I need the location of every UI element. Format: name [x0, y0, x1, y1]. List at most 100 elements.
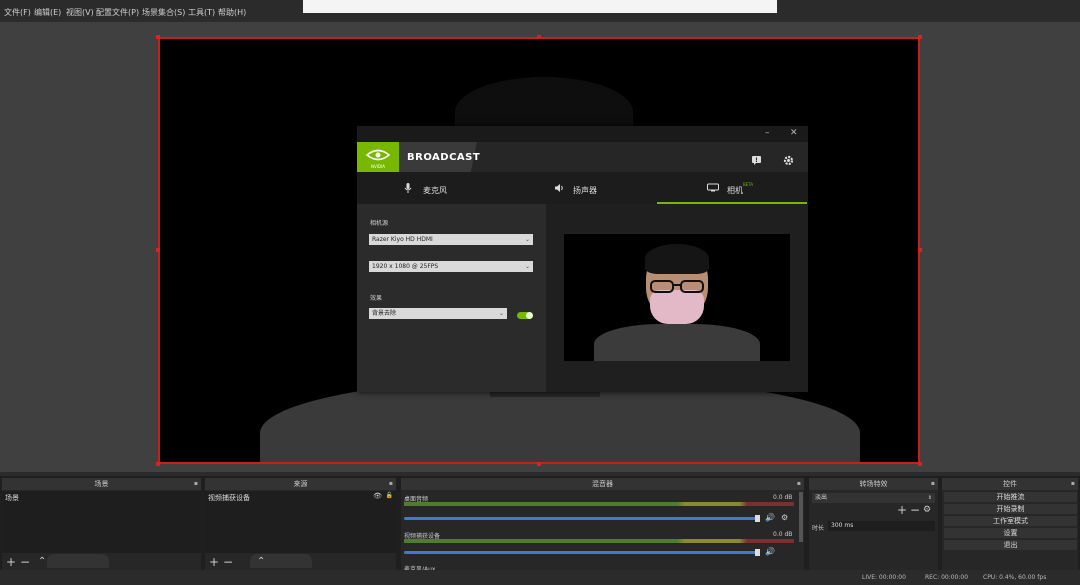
mixer-scrollbar[interactable] — [799, 492, 803, 542]
menu-profile[interactable]: 配置文件(P) — [96, 7, 139, 18]
audio-meter — [404, 502, 794, 506]
select-value: Razer Kiyo HD HDMI — [372, 236, 433, 243]
dock-menu-icon[interactable]: ▪ — [931, 478, 935, 490]
start-streaming-button[interactable]: 开始推流 — [944, 492, 1077, 502]
audio-meter — [404, 539, 794, 543]
menu-file[interactable]: 文件(F) — [4, 7, 31, 18]
chevron-up-icon[interactable]: ⌃ — [257, 555, 265, 569]
remove-transition-button[interactable]: − — [910, 503, 920, 517]
resize-handle[interactable] — [918, 462, 922, 466]
dock-title: 混音器 ▪ — [401, 478, 804, 490]
volume-slider-knob[interactable] — [755, 549, 760, 556]
dock-toolbar: + − ⌃ — [2, 554, 201, 570]
resize-handle[interactable] — [537, 462, 541, 466]
tab-label: 扬声器 — [573, 186, 597, 195]
chevron-up-down-icon: ⇕ — [927, 495, 932, 501]
resolution-select[interactable]: 1920 x 1080 @ 25FPS ⌄ — [369, 261, 533, 272]
camera-source-select[interactable]: Razer Kiyo HD HDMI ⌄ — [369, 234, 533, 245]
source-list: 视频捕获设备 👁 🔓 — [205, 491, 396, 553]
select-value: 1920 x 1080 @ 25FPS — [372, 263, 439, 270]
menu-view[interactable]: 视图(V) — [66, 7, 94, 18]
title-redaction-strip — [303, 0, 777, 13]
preview-person-mask — [650, 290, 704, 324]
dock-title: 来源 ▪ — [205, 478, 396, 490]
preview-person-body — [594, 324, 760, 361]
resize-handle[interactable] — [156, 248, 160, 252]
transition-select[interactable]: 淡出 ⇕ — [812, 493, 935, 503]
broadcast-titlebar: – ✕ — [357, 126, 808, 142]
tab-label: 麦克风 — [423, 186, 447, 195]
resize-handle[interactable] — [918, 35, 922, 39]
menu-scene-collection[interactable]: 场景集合(S) — [142, 7, 185, 18]
studio-mode-button[interactable]: 工作室模式 — [944, 516, 1077, 526]
channel-db: 0.0 dB — [773, 531, 793, 538]
duration-input[interactable]: 300 ms — [828, 521, 935, 531]
camera-preview — [564, 234, 790, 361]
select-value: 背景去除 — [372, 310, 397, 317]
dock-tab — [47, 554, 109, 568]
camera-icon — [707, 183, 719, 194]
scenes-dock: 场景 ▪ 场景 + − ⌃ — [2, 478, 201, 570]
settings-button[interactable]: 设置 — [944, 528, 1077, 538]
tab-speaker[interactable]: 扬声器 — [507, 172, 657, 204]
effect-label: 效果 — [370, 295, 383, 302]
resize-handle[interactable] — [156, 35, 160, 39]
resize-handle[interactable] — [918, 248, 922, 252]
resize-handle[interactable] — [537, 35, 541, 39]
speaker-icon — [554, 183, 564, 195]
lock-icon[interactable]: 🔓 — [386, 492, 393, 499]
mixer-dock: 混音器▪ 桌面音频 0.0 dB 🔊 ⚙ 视频捕获设备 0.0 dB 🔊 麦克风… — [401, 478, 804, 573]
transitions-dock: 转场特效 ▪ 淡出 ⇕ + − ⚙ 时长 300 ms — [809, 478, 938, 570]
settings-gear-icon[interactable] — [783, 151, 794, 170]
camera-source-label: 相机源 — [370, 220, 389, 227]
tab-microphone[interactable]: 麦克风 — [357, 172, 507, 204]
controls-dock: 控件 ▪ 开始推流 开始录制 工作室模式 设置 退出 — [942, 478, 1078, 570]
glasses-icon — [650, 280, 704, 293]
duration-label: 时长 — [812, 525, 825, 532]
feedback-icon[interactable] — [751, 151, 762, 170]
dock-toolbar: + − ⌃ — [205, 554, 396, 570]
mixer-channels: 桌面音频 0.0 dB 🔊 ⚙ 视频捕获设备 0.0 dB 🔊 麦克风/Aux — [401, 491, 804, 573]
scene-list: 场景 — [2, 491, 201, 553]
list-item[interactable]: 场景 — [5, 493, 19, 503]
start-recording-button[interactable]: 开始录制 — [944, 504, 1077, 514]
resize-handle[interactable] — [156, 462, 160, 466]
camera-settings-panel: 相机源 Razer Kiyo HD HDMI ⌄ 1920 x 1080 @ 2… — [357, 204, 546, 392]
list-item[interactable]: 视频捕获设备 — [208, 493, 250, 503]
input-value: 300 ms — [831, 522, 854, 529]
minimize-button[interactable]: – — [765, 128, 770, 138]
add-transition-button[interactable]: + — [897, 503, 907, 517]
remove-scene-button[interactable]: − — [20, 555, 30, 569]
gear-icon[interactable]: ⚙ — [923, 505, 931, 515]
exit-button[interactable]: 退出 — [944, 540, 1077, 550]
dock-menu-icon[interactable]: ▪ — [1071, 478, 1075, 490]
dock-menu-icon[interactable]: ▪ — [797, 478, 801, 490]
gear-icon[interactable]: ⚙ — [781, 513, 788, 522]
volume-slider[interactable] — [404, 551, 759, 554]
volume-slider[interactable] — [404, 517, 759, 520]
menu-help[interactable]: 帮助(H) — [218, 7, 246, 18]
menu-tools[interactable]: 工具(T) — [188, 7, 215, 18]
chevron-up-icon[interactable]: ⌃ — [38, 555, 46, 569]
menu-edit[interactable]: 编辑(E) — [34, 7, 61, 18]
close-button[interactable]: ✕ — [790, 128, 798, 138]
sources-dock: 来源 ▪ 视频捕获设备 👁 🔓 + − ⌃ — [205, 478, 396, 570]
volume-slider-knob[interactable] — [755, 515, 760, 522]
add-source-button[interactable]: + — [209, 555, 219, 569]
status-bar: LIVE: 00:00:00 REC: 00:00:00 CPU: 0.4%, … — [0, 570, 1080, 585]
speaker-icon[interactable]: 🔊 — [765, 547, 775, 556]
svg-text:NVIDIA: NVIDIA — [371, 164, 385, 169]
cpu-fps: CPU: 0.4%, 60.00 fps — [983, 574, 1047, 581]
tab-camera[interactable]: 相机 BETA — [657, 172, 807, 204]
effect-select[interactable]: 背景去除 ⌄ — [369, 308, 507, 319]
dock-title: 场景 ▪ — [2, 478, 201, 490]
add-scene-button[interactable]: + — [6, 555, 16, 569]
remove-source-button[interactable]: − — [223, 555, 233, 569]
tab-label: 相机 — [727, 186, 743, 195]
eye-icon[interactable]: 👁 — [373, 492, 382, 500]
nvidia-eye-icon: NVIDIA — [365, 149, 391, 169]
dock-menu-icon[interactable]: ▪ — [389, 478, 393, 490]
dock-menu-icon[interactable]: ▪ — [194, 478, 198, 490]
speaker-icon[interactable]: 🔊 — [765, 513, 775, 522]
preview-person-hair — [645, 244, 709, 274]
